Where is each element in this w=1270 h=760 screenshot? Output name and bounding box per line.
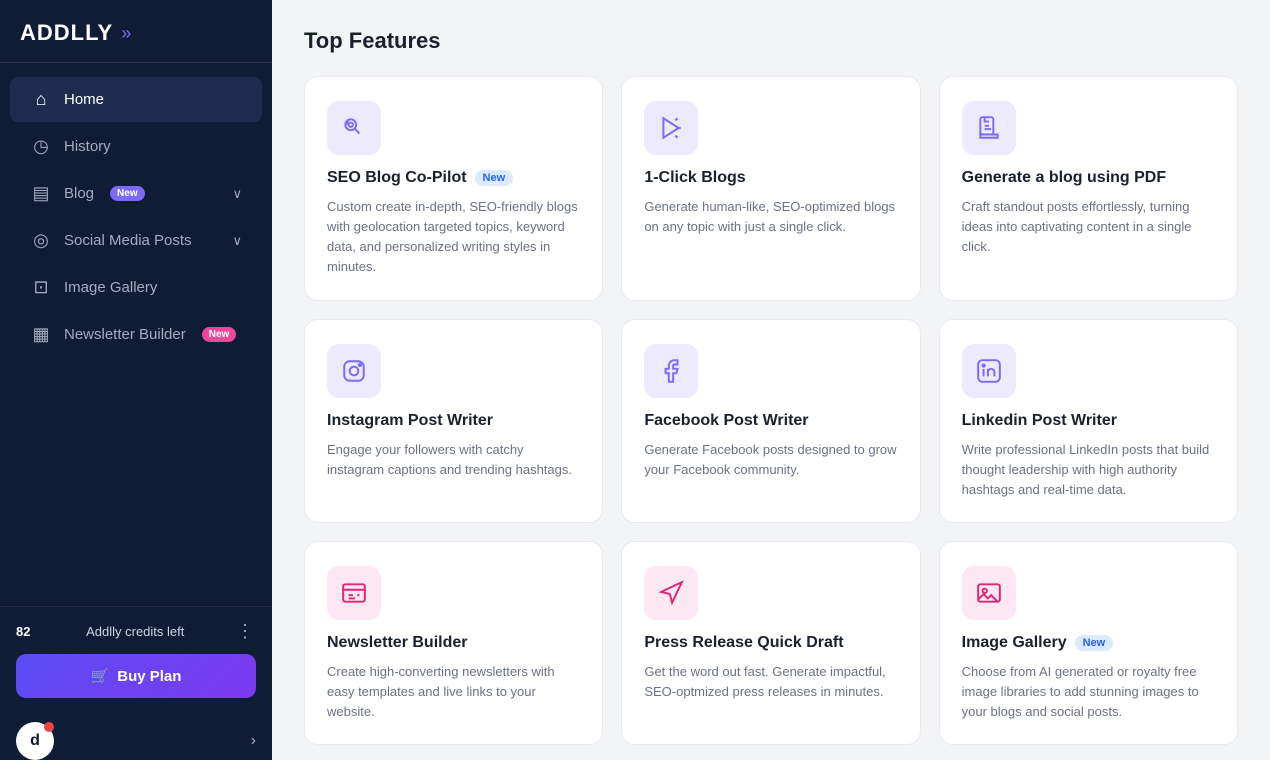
- feature-desc-instagram: Engage your followers with catchy instag…: [327, 440, 580, 480]
- credits-menu-button[interactable]: ⋮: [236, 621, 256, 642]
- user-row: d ›: [0, 712, 272, 760]
- feature-icon-press-release: [644, 566, 698, 620]
- feature-title-row-instagram: Instagram Post Writer: [327, 412, 580, 430]
- feature-icon-newsletter-builder: [327, 566, 381, 620]
- feature-card-linkedin[interactable]: Linkedin Post Writer Write professional …: [939, 319, 1238, 523]
- social-icon: ◎: [30, 230, 52, 251]
- feature-desc-seo-blog: Custom create in-depth, SEO-friendly blo…: [327, 197, 580, 278]
- feature-card-newsletter-builder[interactable]: Newsletter Builder Create high-convertin…: [304, 541, 603, 745]
- feature-card-instagram[interactable]: Instagram Post Writer Engage your follow…: [304, 319, 603, 523]
- feature-card-image-gallery[interactable]: Image Gallery New Choose from AI generat…: [939, 541, 1238, 745]
- features-grid: SEO Blog Co-Pilot New Custom create in-d…: [304, 76, 1238, 745]
- feature-title-instagram: Instagram Post Writer: [327, 412, 493, 430]
- feature-desc-linkedin: Write professional LinkedIn posts that b…: [962, 440, 1215, 500]
- sidebar: ADDLLY » ⌂ Home ◷ History ▤ Blog New ∨ ◎…: [0, 0, 272, 760]
- feature-card-press-release[interactable]: Press Release Quick Draft Get the word o…: [621, 541, 920, 745]
- sidebar-item-newsletter-label: Newsletter Builder: [64, 326, 186, 343]
- feature-desc-pdf-blog: Craft standout posts effortlessly, turni…: [962, 197, 1215, 257]
- social-chevron: ∨: [232, 233, 242, 249]
- credits-row: 82 Addlly credits left ⋮: [16, 621, 256, 642]
- credits-count: 82: [16, 624, 30, 639]
- home-icon: ⌂: [30, 89, 52, 110]
- feature-title-image-gallery: Image Gallery: [962, 634, 1067, 652]
- sidebar-item-blog-label: Blog: [64, 185, 94, 202]
- feature-title-row-one-click-blogs: 1-Click Blogs: [644, 169, 897, 187]
- feature-icon-one-click-blogs: [644, 101, 698, 155]
- feature-title-row-linkedin: Linkedin Post Writer: [962, 412, 1215, 430]
- sidebar-item-newsletter[interactable]: ▦ Newsletter Builder New: [10, 312, 262, 357]
- history-icon: ◷: [30, 136, 52, 157]
- logo-text: ADDLLY: [20, 20, 113, 46]
- sidebar-item-social[interactable]: ◎ Social Media Posts ∨: [10, 218, 262, 263]
- logo: ADDLLY »: [0, 0, 272, 63]
- sidebar-item-blog[interactable]: ▤ Blog New ∨: [10, 171, 262, 216]
- newsletter-badge: New: [202, 327, 237, 342]
- feature-icon-seo-blog: [327, 101, 381, 155]
- credits-label: Addlly credits left: [86, 624, 184, 639]
- blog-icon: ▤: [30, 183, 52, 204]
- sidebar-bottom: 82 Addlly credits left ⋮ 🛒 Buy Plan: [0, 606, 272, 712]
- feature-desc-press-release: Get the word out fast. Generate impactfu…: [644, 662, 897, 702]
- feature-title-seo-blog: SEO Blog Co-Pilot: [327, 169, 467, 187]
- buy-icon: 🛒: [91, 667, 110, 685]
- newsletter-icon: ▦: [30, 324, 52, 345]
- sidebar-item-home-label: Home: [64, 91, 104, 108]
- buy-plan-button[interactable]: 🛒 Buy Plan: [16, 654, 256, 698]
- page-title: Top Features: [304, 28, 1238, 54]
- feature-title-one-click-blogs: 1-Click Blogs: [644, 169, 745, 187]
- feature-icon-image-gallery: [962, 566, 1016, 620]
- sidebar-item-history-label: History: [64, 138, 111, 155]
- feature-icon-facebook: [644, 344, 698, 398]
- feature-desc-facebook: Generate Facebook posts designed to grow…: [644, 440, 897, 480]
- sidebar-item-image-label: Image Gallery: [64, 279, 157, 296]
- feature-title-row-press-release: Press Release Quick Draft: [644, 634, 897, 652]
- feature-icon-instagram: [327, 344, 381, 398]
- feature-title-press-release: Press Release Quick Draft: [644, 634, 843, 652]
- sidebar-item-history[interactable]: ◷ History: [10, 124, 262, 169]
- feature-icon-linkedin: [962, 344, 1016, 398]
- feature-badge-image-gallery: New: [1075, 635, 1114, 651]
- avatar-letter: d: [30, 732, 40, 750]
- feature-card-pdf-blog[interactable]: Generate a blog using PDF Craft standout…: [939, 76, 1238, 301]
- avatar-notification-dot: [44, 722, 54, 732]
- feature-card-one-click-blogs[interactable]: 1-Click Blogs Generate human-like, SEO-o…: [621, 76, 920, 301]
- feature-badge-seo-blog: New: [475, 170, 514, 186]
- sidebar-item-image[interactable]: ⊡ Image Gallery: [10, 265, 262, 310]
- feature-desc-newsletter-builder: Create high-converting newsletters with …: [327, 662, 580, 722]
- logo-arrow: »: [121, 23, 131, 44]
- feature-desc-image-gallery: Choose from AI generated or royalty free…: [962, 662, 1215, 722]
- feature-title-row-image-gallery: Image Gallery New: [962, 634, 1215, 652]
- feature-title-pdf-blog: Generate a blog using PDF: [962, 169, 1166, 187]
- buy-label: Buy Plan: [117, 668, 181, 685]
- feature-title-row-facebook: Facebook Post Writer: [644, 412, 897, 430]
- main-content: Top Features SEO Blog Co-Pilot New Custo…: [272, 0, 1270, 760]
- user-chevron-icon[interactable]: ›: [251, 732, 256, 750]
- feature-title-newsletter-builder: Newsletter Builder: [327, 634, 467, 652]
- sidebar-item-home[interactable]: ⌂ Home: [10, 77, 262, 122]
- feature-title-facebook: Facebook Post Writer: [644, 412, 808, 430]
- feature-title-linkedin: Linkedin Post Writer: [962, 412, 1117, 430]
- image-icon: ⊡: [30, 277, 52, 298]
- blog-chevron: ∨: [232, 186, 242, 202]
- sidebar-item-social-label: Social Media Posts: [64, 232, 192, 249]
- feature-title-row-seo-blog: SEO Blog Co-Pilot New: [327, 169, 580, 187]
- feature-card-seo-blog[interactable]: SEO Blog Co-Pilot New Custom create in-d…: [304, 76, 603, 301]
- sidebar-nav: ⌂ Home ◷ History ▤ Blog New ∨ ◎ Social M…: [0, 63, 272, 606]
- avatar[interactable]: d: [16, 722, 54, 760]
- feature-title-row-pdf-blog: Generate a blog using PDF: [962, 169, 1215, 187]
- feature-title-row-newsletter-builder: Newsletter Builder: [327, 634, 580, 652]
- feature-desc-one-click-blogs: Generate human-like, SEO-optimized blogs…: [644, 197, 897, 237]
- feature-card-facebook[interactable]: Facebook Post Writer Generate Facebook p…: [621, 319, 920, 523]
- blog-badge: New: [110, 186, 145, 201]
- feature-icon-pdf-blog: [962, 101, 1016, 155]
